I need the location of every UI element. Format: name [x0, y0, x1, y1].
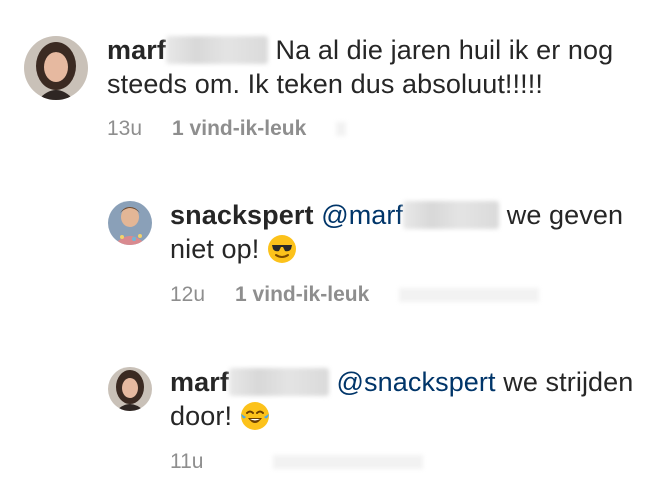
comment-meta: 12u 1 vind-ik-leuk — [170, 283, 540, 307]
mention-link[interactable]: @marf — [321, 200, 403, 230]
likes-count[interactable]: 1 vind-ik-leuk — [235, 283, 369, 306]
reply-link[interactable] — [336, 122, 347, 137]
comment-time[interactable]: 11u — [170, 450, 203, 474]
comment-meta: 13u 1 vind-ik-leuk — [107, 117, 347, 141]
comment-time[interactable]: 12u — [170, 283, 205, 307]
redacted-name — [228, 368, 329, 396]
sunglasses-emoji-icon — [267, 234, 297, 264]
redacted-name — [403, 201, 500, 229]
comment-username[interactable]: marf — [170, 367, 229, 397]
reply-link[interactable] — [399, 288, 540, 303]
avatar[interactable] — [108, 367, 152, 411]
comment-meta: 11u — [170, 450, 424, 474]
comment-time[interactable]: 13u — [107, 117, 142, 141]
comment-username[interactable]: marf — [107, 35, 166, 65]
redacted-name — [165, 36, 268, 64]
reply-link[interactable] — [273, 455, 424, 470]
tears-of-joy-emoji-icon — [240, 401, 270, 431]
avatar[interactable] — [24, 36, 88, 100]
comment-text: snackspert @marf we geven niet op! — [170, 198, 645, 266]
comment-text: marf @snackspert we strijden door! — [170, 365, 645, 433]
avatar[interactable] — [108, 201, 152, 245]
comment-username[interactable]: snackspert — [170, 200, 314, 230]
mention-link[interactable]: @snackspert — [337, 367, 496, 397]
comment-text: marf Na al die jaren huil ik er nog stee… — [107, 33, 647, 101]
likes-count[interactable]: 1 vind-ik-leuk — [172, 117, 306, 140]
